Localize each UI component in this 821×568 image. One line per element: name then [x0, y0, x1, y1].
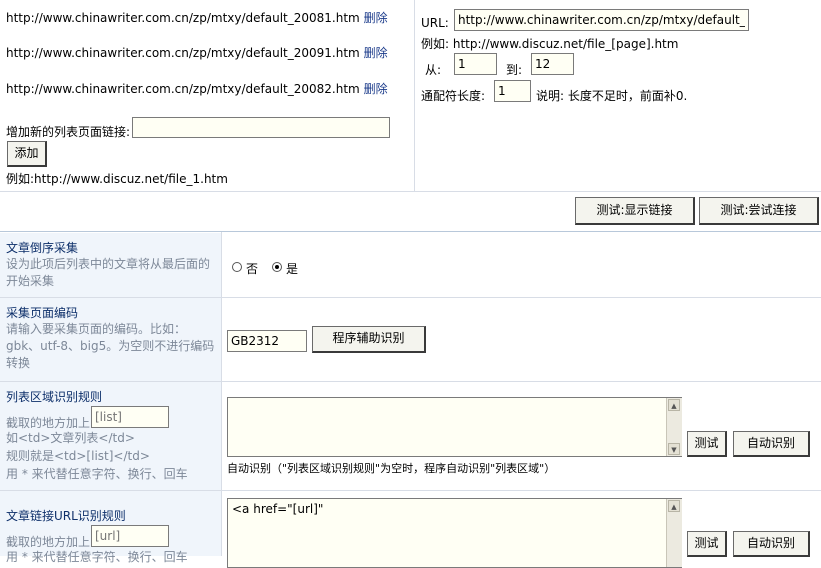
- list-area-cut-label: 截取的地方加上: [6, 416, 91, 430]
- article-url-title: 文章链接URL识别规则: [6, 509, 126, 523]
- reverse-yes-radio[interactable]: [272, 262, 282, 272]
- article-url-cut-label: 截取的地方加上: [6, 535, 91, 549]
- url-example-text: 例如: http://www.discuz.net/file_[page].ht…: [421, 37, 679, 51]
- list-area-test-button[interactable]: 测试: [687, 431, 727, 457]
- auto-detect-encoding-button[interactable]: 程序辅助识别: [312, 326, 426, 353]
- test-try-connect-button[interactable]: 测试:尝试连接: [699, 197, 819, 225]
- to-label: 到:: [506, 63, 523, 77]
- article-url-row-value: <a href="[url]" ▲ 测试 自动识别: [222, 491, 821, 568]
- list-url-row: http://www.chinawriter.com.cn/zp/mtxy/de…: [6, 44, 388, 61]
- to-input[interactable]: [531, 53, 574, 75]
- encoding-desc: 请输入要采集页面的编码。比如：gbk、utf-8、big5。为空则不进行编码转换: [6, 322, 215, 370]
- list-area-example: 如<td>文章列表</td>: [6, 431, 135, 445]
- add-list-label: 增加新的列表页面链接:: [6, 125, 131, 139]
- scrollbar[interactable]: ▲: [666, 499, 682, 567]
- list-area-rule-example: 规则就是<td>[list]</td>: [6, 449, 150, 463]
- reverse-no-label: 否: [246, 262, 259, 276]
- delete-link[interactable]: 删除: [364, 82, 388, 96]
- test-show-links-button[interactable]: 测试:显示链接: [575, 197, 695, 225]
- list-area-row-label: 列表区域识别规则 截取的地方加上 如<td>文章列表</td> 规则就是<td>…: [0, 382, 221, 490]
- list-url: http://www.chinawriter.com.cn/zp/mtxy/de…: [6, 11, 360, 25]
- wildcard-length-label: 通配符长度:: [421, 89, 486, 103]
- list-url: http://www.chinawriter.com.cn/zp/mtxy/de…: [6, 82, 360, 96]
- url-label: URL:: [421, 16, 449, 30]
- list-url-row: http://www.chinawriter.com.cn/zp/mtxy/de…: [6, 9, 388, 26]
- divider: [0, 191, 821, 192]
- reverse-desc: 设为此项后列表中的文章将从最后面的开始采集: [6, 257, 211, 288]
- list-tag-input[interactable]: [91, 406, 169, 428]
- divider: [221, 232, 222, 556]
- divider: [0, 231, 821, 232]
- url-tag-input[interactable]: [91, 525, 169, 547]
- from-label: 从:: [425, 63, 442, 77]
- divider: [414, 0, 415, 191]
- article-url-wildcard-hint: 用 * 来代替任意字符、换行、回车: [6, 550, 188, 564]
- encoding-input[interactable]: [227, 330, 307, 352]
- reverse-row-value: 否 是: [222, 233, 821, 297]
- reverse-no-radio[interactable]: [232, 262, 242, 272]
- delete-link[interactable]: 删除: [364, 46, 388, 60]
- list-url: http://www.chinawriter.com.cn/zp/mtxy/de…: [6, 46, 360, 60]
- reverse-title: 文章倒序采集: [6, 241, 79, 255]
- wildcard-length-input[interactable]: [494, 80, 531, 102]
- list-area-wildcard-hint: 用 * 来代替任意字符、换行、回车: [6, 467, 188, 481]
- wildcard-note: 说明: 长度不足时，前面补0.: [536, 89, 688, 103]
- add-example-text: 例如:http://www.discuz.net/file_1.htm: [6, 172, 228, 186]
- encoding-row-value: 程序辅助识别: [222, 298, 821, 381]
- scrollbar[interactable]: ▲ ▼: [666, 398, 682, 456]
- list-area-auto-button[interactable]: 自动识别: [733, 431, 810, 457]
- delete-link[interactable]: 删除: [364, 11, 388, 25]
- collector-settings-page: http://www.chinawriter.com.cn/zp/mtxy/de…: [0, 0, 821, 568]
- add-list-url-input[interactable]: [132, 117, 390, 138]
- list-area-rule-textarea[interactable]: [227, 397, 682, 457]
- add-button[interactable]: 添加: [7, 141, 47, 167]
- url-pattern-input[interactable]: [454, 9, 749, 31]
- scroll-up-icon[interactable]: ▲: [668, 500, 680, 512]
- list-area-row-value: ▲ ▼ 测试 自动识别 自动识别（"列表区域识别规则"为空时，程序自动识别"列表…: [222, 382, 821, 490]
- list-area-auto-note: 自动识别（"列表区域识别规则"为空时，程序自动识别"列表区域"）: [227, 462, 556, 475]
- encoding-row-label: 采集页面编码 请输入要采集页面的编码。比如：gbk、utf-8、big5。为空则…: [0, 298, 221, 381]
- article-url-test-button[interactable]: 测试: [687, 531, 727, 557]
- list-url-row: http://www.chinawriter.com.cn/zp/mtxy/de…: [6, 80, 388, 97]
- article-url-row-label: 文章链接URL识别规则 截取的地方加上 用 * 来代替任意字符、换行、回车: [0, 491, 221, 564]
- encoding-title: 采集页面编码: [6, 306, 79, 320]
- reverse-row-label: 文章倒序采集 设为此项后列表中的文章将从最后面的开始采集: [0, 233, 221, 297]
- article-url-auto-button[interactable]: 自动识别: [733, 531, 810, 557]
- scroll-down-icon[interactable]: ▼: [668, 443, 680, 455]
- list-area-title: 列表区域识别规则: [6, 390, 103, 404]
- article-url-rule-textarea[interactable]: <a href="[url]": [227, 498, 682, 568]
- from-input[interactable]: [454, 53, 497, 75]
- scroll-up-icon[interactable]: ▲: [668, 399, 680, 411]
- reverse-yes-label: 是: [286, 262, 299, 276]
